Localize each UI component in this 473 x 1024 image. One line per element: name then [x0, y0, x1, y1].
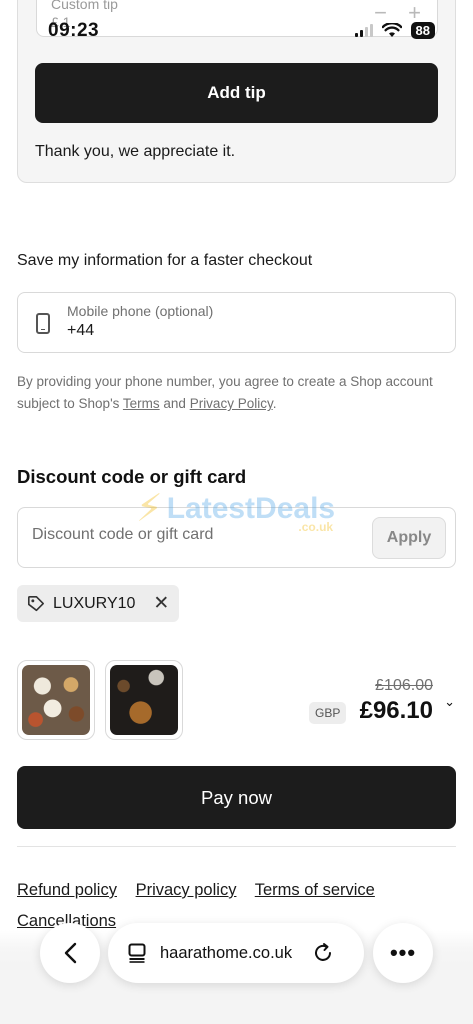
- divider: [17, 846, 456, 847]
- battery-indicator: 88: [410, 22, 435, 39]
- chevron-down-icon[interactable]: ⌄: [444, 694, 455, 710]
- chevron-left-icon: [64, 942, 77, 964]
- applied-discount-chip: LUXURY10 ✕: [17, 585, 179, 622]
- apply-discount-button[interactable]: Apply: [372, 517, 446, 559]
- privacy-policy-link[interactable]: Privacy Policy: [190, 396, 273, 411]
- lightning-icon: ⚡: [136, 488, 163, 530]
- remove-discount-icon[interactable]: ✕: [153, 594, 169, 613]
- privacy-policy-footer-link[interactable]: Privacy policy: [136, 881, 237, 899]
- product-image-2: [110, 665, 178, 735]
- reload-icon[interactable]: [312, 942, 334, 964]
- total-price[interactable]: £96.10: [360, 697, 433, 725]
- product-image-1: [22, 665, 90, 735]
- custom-tip-label: Custom tip: [51, 0, 118, 12]
- page-menu-icon: [128, 943, 146, 963]
- terms-link[interactable]: Terms: [123, 396, 160, 411]
- wifi-icon: [381, 23, 402, 37]
- mobile-phone-value[interactable]: +44: [67, 322, 94, 340]
- product-thumbnail-2[interactable]: [105, 660, 183, 740]
- watermark-sub-text: .co.uk: [298, 520, 334, 534]
- url-text: haarathome.co.uk: [160, 943, 293, 962]
- back-button[interactable]: [40, 923, 100, 983]
- tag-icon: [27, 595, 45, 611]
- more-options-button[interactable]: •••: [373, 923, 433, 983]
- product-thumbnail-1[interactable]: [17, 660, 95, 740]
- applied-discount-code: LUXURY10: [53, 594, 136, 612]
- pay-now-button[interactable]: Pay now: [17, 766, 456, 829]
- save-info-title: Save my information for a faster checkou…: [17, 252, 313, 269]
- latestdeals-watermark: ⚡ LatestDeals .co.uk: [136, 486, 335, 534]
- cellular-signal-icon: [354, 24, 373, 37]
- original-price: £106.00: [375, 677, 433, 694]
- mobile-phone-field[interactable]: Mobile phone (optional) +44: [17, 292, 456, 353]
- refund-policy-link[interactable]: Refund policy: [17, 881, 117, 899]
- mobile-phone-icon: [36, 313, 50, 334]
- tip-thanks-text: Thank you, we appreciate it.: [35, 143, 236, 160]
- terms-of-service-link[interactable]: Terms of service: [255, 881, 375, 899]
- address-bar[interactable]: haarathome.co.uk: [108, 923, 364, 983]
- mobile-phone-label: Mobile phone (optional): [67, 303, 214, 319]
- status-indicators: 88: [354, 22, 435, 39]
- discount-title: Discount code or gift card: [17, 466, 247, 487]
- status-time: 09:23: [48, 20, 100, 41]
- currency-badge: GBP: [309, 702, 347, 724]
- legal-and: and: [159, 396, 190, 411]
- add-tip-button[interactable]: Add tip: [35, 63, 438, 123]
- shop-legal-text: By providing your phone number, you agre…: [17, 371, 457, 415]
- legal-suffix: .: [272, 396, 277, 411]
